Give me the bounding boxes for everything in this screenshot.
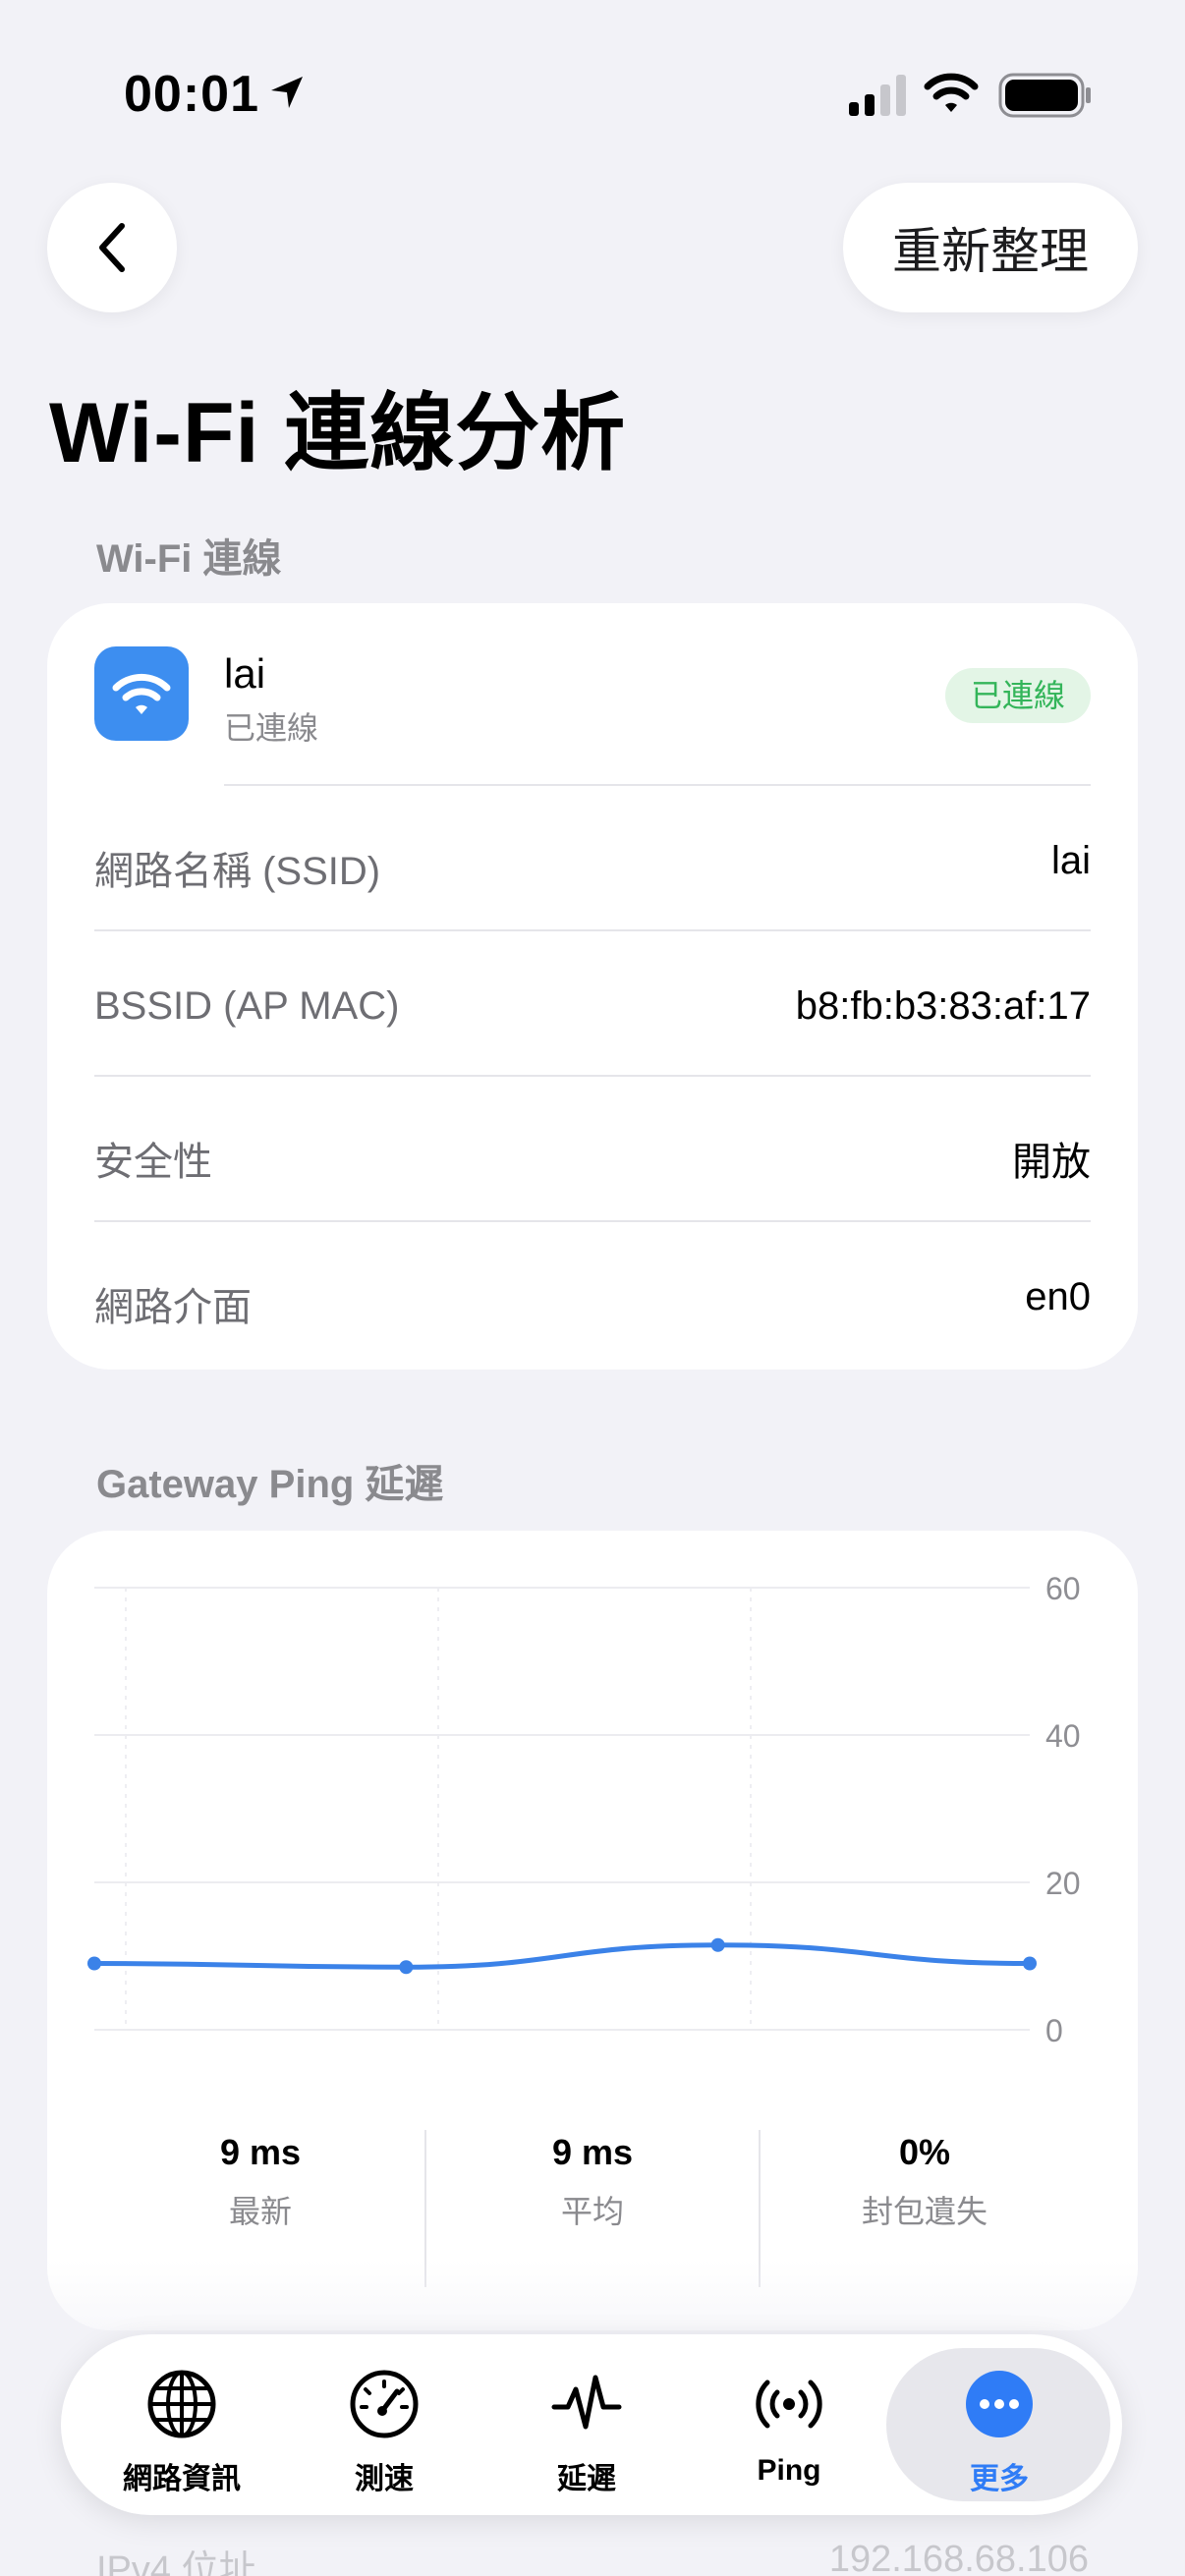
ping-line-chart: 60 40 20 0: [87, 1571, 1081, 2048]
stat-packet-loss-value: 0%: [898, 2132, 951, 2172]
tab-speed-test[interactable]: 測速: [283, 2334, 485, 2515]
tab-latency[interactable]: 延遲: [485, 2334, 688, 2515]
network-status: 已連線: [224, 710, 319, 746]
status-bar: 00:01: [0, 0, 1185, 187]
tab-label: 網路資訊: [123, 2463, 241, 2495]
wifi-section-label: Wi-Fi 連線: [96, 537, 282, 581]
stat-latest-value: 9 ms: [219, 2132, 302, 2172]
stat-packet-loss: 0% 封包遺失: [759, 2132, 1091, 2232]
latency-data-point: [399, 1960, 414, 1975]
wifi-signal-icon: [924, 73, 979, 112]
divider: [94, 1075, 1091, 1077]
back-button[interactable]: [47, 183, 177, 312]
bssid-label: BSSID (AP MAC): [94, 984, 400, 1028]
wifi-icon: [112, 673, 171, 714]
wifi-connection-card: lai 已連線 已連線 網路名稱 (SSID) lai BSSID (AP MA…: [47, 603, 1138, 1370]
y-tick-label: 60: [1045, 1571, 1081, 1606]
ping-section-label: Gateway Ping 延遲: [96, 1463, 444, 1506]
page-title: Wi-Fi 連線分析: [49, 386, 627, 480]
y-tick-label: 0: [1045, 2013, 1063, 2048]
tab-label: 延遲: [557, 2463, 616, 2495]
latency-data-point: [1023, 1956, 1037, 1971]
y-tick-label: 40: [1045, 1718, 1081, 1754]
ipv4-value: 192.168.68.106: [828, 2539, 1089, 2576]
location-arrow-icon: [271, 77, 303, 108]
tab-more[interactable]: 更多: [898, 2334, 1100, 2515]
tab-bar: 網路資訊 測速 延遲 Ping 更多: [61, 2334, 1122, 2515]
stat-latest: 9 ms 最新: [94, 2132, 426, 2232]
tab-label: Ping: [757, 2454, 821, 2487]
tab-label: 測速: [355, 2463, 414, 2495]
tab-network-info[interactable]: 網路資訊: [81, 2334, 283, 2515]
more-icon: [966, 2371, 1033, 2437]
globe-icon: [147, 2370, 216, 2438]
refresh-button[interactable]: 重新整理: [843, 183, 1138, 312]
ipv4-label: IPv4 位址: [96, 2549, 256, 2576]
chevron-left-icon: [99, 223, 125, 272]
latency-data-point: [87, 1956, 101, 1971]
y-tick-label: 20: [1045, 1866, 1081, 1901]
cellular-signal-icon: [849, 75, 906, 116]
divider: [224, 784, 1091, 786]
security-label: 安全性: [94, 1141, 212, 1184]
status-time: 00:01: [124, 66, 259, 123]
network-name: lai: [224, 650, 266, 697]
latency-data-point: [710, 1937, 725, 1952]
connected-badge: 已連線: [944, 668, 1091, 723]
stat-average-label: 平均: [560, 2194, 624, 2229]
ssid-value: lai: [1050, 839, 1091, 882]
interface-value: en0: [1025, 1275, 1091, 1318]
tab-label: 更多: [970, 2463, 1029, 2495]
tab-ping[interactable]: Ping: [688, 2334, 890, 2515]
antenna-icon: [756, 2380, 822, 2429]
ssid-label: 網路名稱 (SSID): [94, 850, 381, 893]
stat-packet-loss-label: 封包遺失: [861, 2194, 988, 2229]
battery-icon: [998, 73, 1091, 118]
divider: [94, 929, 1091, 931]
divider: [94, 1220, 1091, 1222]
speedometer-icon: [350, 2370, 419, 2438]
wifi-app-icon: [94, 646, 189, 741]
stat-latest-label: 最新: [228, 2194, 292, 2229]
stat-average-value: 9 ms: [551, 2132, 634, 2172]
security-value: 開放: [1012, 1141, 1091, 1184]
latency-series-line: [91, 1942, 1033, 1970]
waveform-icon: [551, 2375, 622, 2430]
bssid-value: b8:fb:b3:83:af:17: [795, 984, 1091, 1028]
stat-average: 9 ms 平均: [426, 2132, 759, 2232]
interface-label: 網路介面: [94, 1286, 252, 1329]
